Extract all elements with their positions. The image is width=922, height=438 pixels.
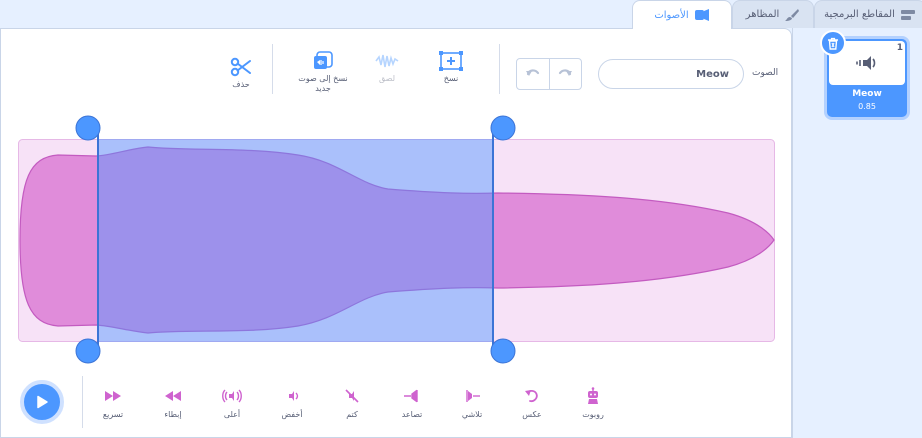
sound-icon [694,8,710,22]
tab-code[interactable]: المقاطع البرمجية [814,0,922,28]
selection-region [98,139,493,342]
effect-mute-label: كتم [346,410,358,419]
faster-icon [104,386,122,406]
effect-reverse[interactable]: عكس [507,386,557,419]
effect-slower-label: إبطاء [164,410,182,419]
tab-sounds[interactable]: الأصوات [632,0,732,29]
selection-handle-left-bottom [75,338,101,364]
tab-code-label: المقاطع البرمجية [824,9,895,20]
play-button[interactable] [20,380,64,424]
effect-faster-label: تسريع [102,410,124,419]
brush-icon [784,8,800,22]
fade-out-icon [462,386,482,406]
effect-fade-out-label: تلاشي [461,410,483,419]
effect-mute[interactable]: كتم [327,386,377,419]
effect-fade-out[interactable]: تلاشي [447,386,497,419]
copy-to-new-label: نسخ إلى صوت جديد [298,74,348,93]
effects-divider [82,376,83,428]
code-icon [900,8,916,22]
selection-handle-right-top [490,115,516,141]
effect-reverse-label: عكس [522,410,542,419]
effect-robot-label: روبوت [582,410,604,419]
effect-slower[interactable]: إبطاء [148,386,198,419]
toolbar-divider [499,44,500,94]
copy-to-new-icon [312,48,334,74]
trash-icon [828,37,838,50]
effect-fade-in-label: تصاعد [401,410,423,419]
selection-handle-left-top [75,115,101,141]
sound-tile-duration: 0.85 [858,102,876,111]
sound-name-label: الصوت [752,68,779,78]
effect-softer-label: أخفض [281,410,303,419]
delete-button[interactable]: حذف [211,54,271,90]
effect-louder-label: أعلى [223,410,241,419]
waveform-area[interactable] [18,115,775,364]
tab-costumes[interactable]: المظاهر [732,0,814,28]
reverse-icon [524,386,540,406]
paste-button[interactable]: لصق [357,48,417,84]
speaker-icon [856,56,876,70]
redo-icon [559,69,573,76]
paste-label: لصق [378,74,396,83]
effect-robot[interactable]: روبوت [568,386,618,419]
scissors-icon [230,54,252,80]
mute-icon [344,386,360,406]
copy-to-new-button[interactable]: نسخ إلى صوت جديد [293,48,353,94]
fade-in-icon [402,386,422,406]
redo-button[interactable] [550,59,582,89]
softer-icon [284,386,300,406]
copy-button[interactable]: نسخ [421,48,481,84]
sound-name-input[interactable] [598,59,744,89]
copy-label: نسخ [443,74,459,83]
effect-fade-in[interactable]: تصاعد [387,386,437,419]
sound-tile-name: Meow [852,89,882,99]
effect-softer[interactable]: أخفض [267,386,317,419]
delete-label: حذف [232,80,250,89]
tab-costumes-label: المظاهر [745,9,780,20]
undo-redo-group [516,58,582,90]
selection-handle-right-bottom [490,338,516,364]
delete-sound-button[interactable] [820,30,846,56]
undo-icon [525,69,539,76]
robot-icon [585,386,601,406]
copy-icon [438,48,464,74]
undo-button[interactable] [517,59,550,89]
effect-louder[interactable]: أعلى [207,386,257,419]
slower-icon [164,386,182,406]
play-icon [37,395,48,409]
sound-tile-number: 1 [896,43,903,53]
tab-bar: المقاطع البرمجية المظاهر الأصوات [0,0,922,29]
louder-icon [222,386,242,406]
paste-icon [374,48,400,74]
toolbar-divider-2 [272,44,273,94]
effect-faster[interactable]: تسريع [88,386,138,419]
tab-sounds-label: الأصوات [654,9,689,21]
